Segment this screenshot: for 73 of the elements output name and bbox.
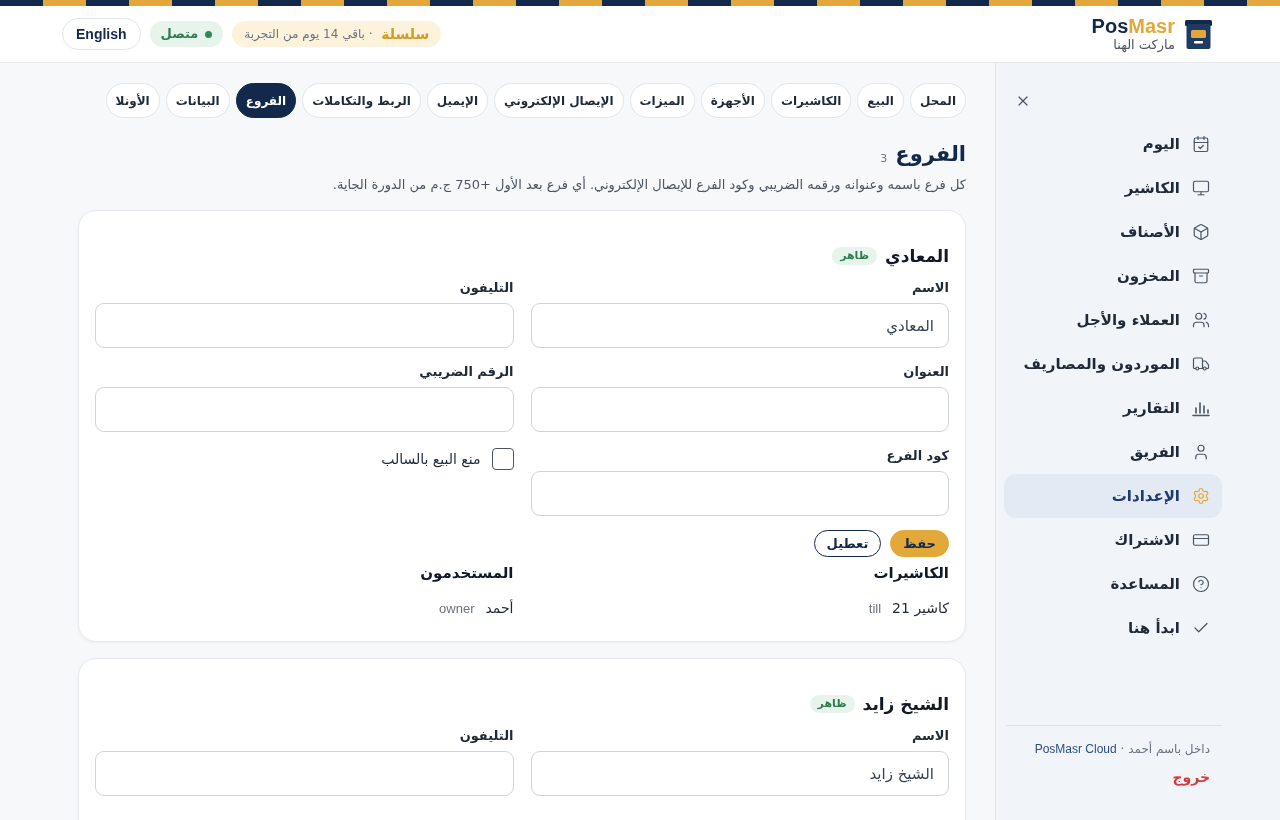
settings-tab[interactable]: الكاشيرات <box>770 83 852 118</box>
field-label: الرقم الضريبي <box>418 364 514 380</box>
input-field[interactable] <box>530 471 949 516</box>
sidebar-item[interactable]: التقارير <box>1004 386 1222 430</box>
language-button[interactable]: English <box>62 18 141 50</box>
visible-badge: ظاهر <box>809 695 855 713</box>
monitor-icon <box>1192 179 1210 197</box>
sidebar-item[interactable]: الكاشير <box>1004 166 1222 210</box>
sidebar-item[interactable]: الإعدادات <box>1004 474 1222 518</box>
section-title: الفروع <box>895 141 966 168</box>
section-description: كل فرع باسمه وعنوانه ورقمه الضريبي وكود الفرع للإيصال الإلكتروني. أي فرع بعد الأول +750 ج.م من الدورة الجاية. <box>331 176 966 194</box>
user-icon <box>1192 443 1210 461</box>
input-field[interactable] <box>95 387 514 432</box>
settings-tab[interactable]: الربط والتكاملات <box>302 83 421 118</box>
field-label: التليفون <box>458 280 514 296</box>
cloud-link[interactable]: PosMasr Cloud <box>1034 742 1117 756</box>
list-title: المستخدمون <box>419 563 514 583</box>
checkbox[interactable] <box>491 448 514 470</box>
branch-count: 3 <box>880 151 888 167</box>
settings-tab[interactable]: الأجهزة <box>700 83 765 118</box>
calendar-icon <box>1192 135 1210 153</box>
users-icon <box>1192 311 1210 329</box>
sidebar-item[interactable]: الموردون والمصاريف <box>1004 342 1222 386</box>
settings-tab[interactable]: الأونلا <box>105 83 160 118</box>
settings-tab[interactable]: المحل <box>909 83 966 118</box>
brand-name: PosMasr <box>1091 15 1175 37</box>
field-label: الاسم <box>910 280 949 296</box>
sidebar-item[interactable]: الفريق <box>1004 430 1222 474</box>
logo-icon <box>1185 19 1212 49</box>
store-name: ماركت الهنا <box>1113 37 1175 53</box>
input-field[interactable] <box>530 387 949 432</box>
settings-icon <box>1192 487 1210 505</box>
sidebar-item[interactable]: الاشتراك <box>1004 518 1222 562</box>
trial-badge: سلسلة · باقي 14 يوم من التجربة <box>232 21 442 47</box>
input-field[interactable] <box>95 751 514 796</box>
archive-icon <box>1192 267 1210 285</box>
sidebar-item[interactable]: المساعدة <box>1004 562 1222 606</box>
truck-icon <box>1192 355 1210 373</box>
sidebar-item[interactable]: الأصناف <box>1004 210 1222 254</box>
checkbox-label: منع البيع بالسالب <box>381 449 481 470</box>
input-field[interactable] <box>95 303 514 348</box>
field-label: الاسم <box>910 728 949 744</box>
sidebar-item[interactable]: العملاء والأجل <box>1004 298 1222 342</box>
settings-tab[interactable]: البيع <box>857 83 904 118</box>
settings-tab[interactable]: الإيصال الإلكتروني <box>494 83 624 118</box>
help-icon <box>1192 575 1210 593</box>
box-icon <box>1192 223 1210 241</box>
input-field[interactable]: الشيخ زايد <box>530 751 949 796</box>
status-label: متصل <box>160 25 199 44</box>
branch-title: الشيخ زايد <box>862 694 949 714</box>
visible-badge: ظاهر <box>832 247 878 265</box>
disable-button[interactable]: تعطيل <box>813 530 882 557</box>
sidebar-item[interactable]: ابدأ هنا <box>1004 606 1222 650</box>
settings-tab[interactable]: الإيميل <box>426 83 489 118</box>
field-label: العنوان <box>902 364 949 380</box>
credit-card-icon <box>1192 531 1210 549</box>
save-button[interactable]: حفظ <box>890 530 949 557</box>
list-item-role: till <box>868 599 882 618</box>
branch-title: المعادي <box>885 246 949 266</box>
settings-tab[interactable]: البيانات <box>165 83 230 118</box>
list-item-name: أحمد <box>485 598 514 618</box>
settings-tab[interactable]: الفروع <box>235 83 297 118</box>
input-field[interactable]: المعادي <box>530 303 949 348</box>
list-title: الكاشيرات <box>872 563 949 583</box>
sidebar-item[interactable]: اليوم <box>1004 122 1222 166</box>
sidebar-item[interactable]: المخزون <box>1004 254 1222 298</box>
bar-chart-icon <box>1192 399 1210 417</box>
list-item-role: owner <box>439 599 475 618</box>
field-label: كود الفرع <box>885 448 949 464</box>
logout-link[interactable]: خروج <box>1172 767 1210 788</box>
list-item-name: كاشير 21 <box>892 599 949 619</box>
settings-tab[interactable]: الميزات <box>629 83 695 118</box>
field-label: التليفون <box>458 728 514 744</box>
